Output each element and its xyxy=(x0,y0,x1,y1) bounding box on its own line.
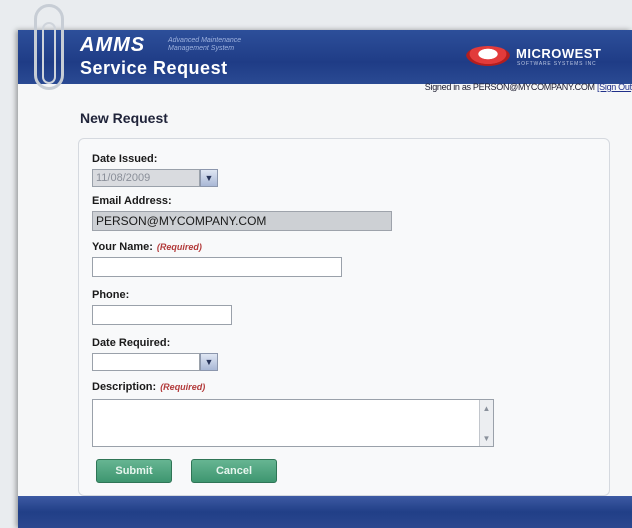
chevron-down-icon[interactable]: ▼ xyxy=(200,169,218,187)
brand-logo-subtitle: SOFTWARE SYSTEMS INC xyxy=(517,61,597,67)
request-form-panel: Date Issued: 11/08/2009 ▼ Email Address:… xyxy=(78,138,610,496)
phone-input[interactable] xyxy=(92,305,232,325)
cancel-button[interactable]: Cancel xyxy=(191,459,277,483)
description-label: Description: (Required) xyxy=(92,381,205,393)
your-name-label-text: Your Name: xyxy=(92,241,153,253)
signout-link[interactable]: [Sign Out] xyxy=(597,82,632,92)
email-field: PERSON@MYCOMPANY.COM xyxy=(92,211,392,231)
signin-status: Signed in as PERSON@MYCOMPANY.COM [Sign … xyxy=(378,82,632,92)
chevron-down-icon[interactable]: ▼ xyxy=(200,353,218,371)
app-tagline: Advanced Maintenance Management System xyxy=(168,37,242,52)
email-value: PERSON@MYCOMPANY.COM xyxy=(96,214,267,228)
your-name-input[interactable] xyxy=(92,257,342,277)
app-footer xyxy=(18,496,632,528)
brand-logo-text: MICROWEST xyxy=(516,46,602,61)
submit-button[interactable]: Submit xyxy=(96,459,172,483)
description-scrollbar[interactable]: ▲ ▼ xyxy=(479,400,493,446)
date-issued-label: Date Issued: xyxy=(92,153,158,165)
your-name-required: (Required) xyxy=(156,242,202,252)
your-name-label: Your Name: (Required) xyxy=(92,241,202,253)
page-heading: Service Request xyxy=(80,58,228,78)
app-window: AMMS Advanced Maintenance Management Sys… xyxy=(18,30,632,528)
date-required-label: Date Required: xyxy=(92,337,171,349)
arrow-down-icon[interactable]: ▼ xyxy=(481,432,492,444)
brand-logo-icon xyxy=(466,46,510,66)
signin-text: Signed in as PERSON@MYCOMPANY.COM xyxy=(424,82,595,92)
date-issued-value: 11/08/2009 xyxy=(96,172,151,184)
app-header: AMMS Advanced Maintenance Management Sys… xyxy=(18,30,632,84)
phone-label: Phone: xyxy=(92,289,130,301)
form-title: New Request xyxy=(80,110,168,126)
description-label-text: Description: xyxy=(92,381,157,393)
arrow-up-icon[interactable]: ▲ xyxy=(481,402,492,414)
date-required-select[interactable] xyxy=(92,353,200,371)
app-name: AMMS xyxy=(80,34,146,56)
date-issued-select[interactable]: 11/08/2009 xyxy=(92,169,200,187)
description-required: (Required) xyxy=(160,382,206,392)
email-label: Email Address: xyxy=(92,195,172,207)
description-textarea[interactable]: ▲ ▼ xyxy=(92,399,494,447)
paperclip-inner-icon xyxy=(42,22,56,84)
